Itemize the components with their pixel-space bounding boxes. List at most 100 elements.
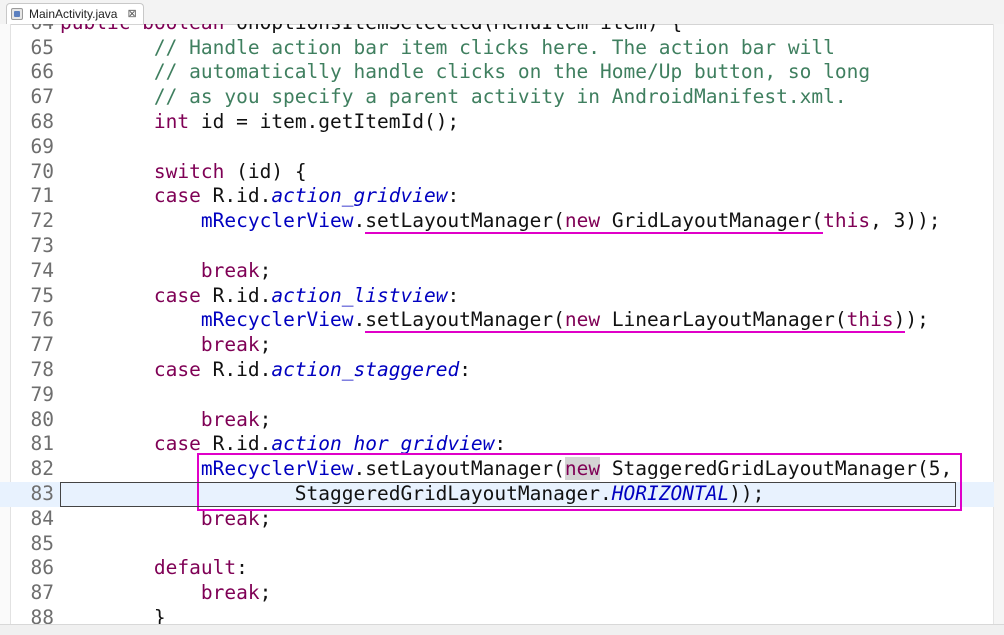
line-number: 85 xyxy=(30,531,54,555)
code-line[interactable]: 75 case R.id.action_listview: xyxy=(0,284,994,309)
code-token: (id) { xyxy=(224,159,307,183)
code-line[interactable]: 79 xyxy=(0,383,994,408)
code-token: break xyxy=(200,407,260,431)
code-token: R.id. xyxy=(200,432,272,456)
code-text: mRecyclerView.setLayoutManager(new Linea… xyxy=(60,308,929,333)
line-number: 70 xyxy=(30,159,54,183)
code-text: case R.id.action_gridview: xyxy=(60,184,459,209)
line-number: 68 xyxy=(30,109,54,133)
code-token: new xyxy=(564,209,601,233)
code-text: public boolean onOptionsItemSelected(Men… xyxy=(60,24,682,36)
code-token: action_gridview xyxy=(271,184,448,208)
code-line[interactable]: 77 break; xyxy=(0,333,994,358)
code-line[interactable]: 87 break; xyxy=(0,581,994,606)
code-line[interactable]: 66 // automatically handle clicks on the… xyxy=(0,60,994,85)
code-token: ; xyxy=(259,581,272,605)
code-line[interactable]: 67 // as you specify a parent activity i… xyxy=(0,85,994,110)
code-line[interactable]: 86 default: xyxy=(0,556,994,581)
code-line[interactable]: 72 mRecyclerView.setLayoutManager(new Gr… xyxy=(0,209,994,234)
code-token: )); xyxy=(893,308,929,332)
code-text: break; xyxy=(60,408,271,433)
code-line[interactable]: 88 } xyxy=(0,606,994,624)
code-token: GridLayoutManager( xyxy=(600,209,824,233)
line-number: 75 xyxy=(30,283,54,307)
code-token: R.id. xyxy=(200,184,272,208)
line-number: 79 xyxy=(30,382,54,406)
code-text: } xyxy=(60,606,166,624)
code-line[interactable]: 76 mRecyclerView.setLayoutManager(new Li… xyxy=(0,308,994,333)
code-line[interactable]: 68 int id = item.getItemId(); xyxy=(0,110,994,135)
editor-tab-bar: MainActivity.java ⊠ xyxy=(0,0,1004,25)
code-token: public xyxy=(60,24,130,34)
code-line[interactable]: 69 xyxy=(0,135,994,160)
code-token: mRecyclerView xyxy=(200,308,354,332)
line-number: 81 xyxy=(30,432,54,456)
close-icon[interactable]: ⊠ xyxy=(127,4,136,24)
code-token: R.id. xyxy=(200,357,272,381)
code-token: onOptionsItemSelected(MenuItem item) { xyxy=(224,24,682,34)
line-number: 69 xyxy=(30,134,54,158)
code-token: // automatically handle clicks on the Ho… xyxy=(153,60,871,84)
code-line[interactable]: 70 switch (id) { xyxy=(0,160,994,185)
code-token: action_listview xyxy=(271,283,448,307)
code-text: // as you specify a parent activity in A… xyxy=(60,85,847,110)
line-number: 88 xyxy=(30,605,54,624)
code-text: case R.id.action_staggered: xyxy=(60,358,471,383)
code-token: action_hor_gridview xyxy=(271,432,495,456)
line-number: 64 xyxy=(12,24,54,36)
current-line-frame xyxy=(60,481,957,507)
code-text: // automatically handle clicks on the Ho… xyxy=(60,60,870,85)
code-text: mRecyclerView.setLayoutManager(new GridL… xyxy=(60,209,941,234)
horizontal-scrollbar[interactable] xyxy=(0,624,1004,635)
tab-label: MainActivity.java xyxy=(29,7,118,21)
code-token: .setLayoutManager( xyxy=(353,308,565,332)
code-token: case xyxy=(153,283,201,307)
code-token: .setLayoutManager( xyxy=(353,209,565,233)
code-line[interactable]: 64 public boolean onOptionsItemSelected(M… xyxy=(0,24,994,36)
line-number: 77 xyxy=(30,333,54,357)
code-line[interactable]: 71 case R.id.action_gridview: xyxy=(0,184,994,209)
code-line[interactable]: 65 // Handle action bar item clicks here… xyxy=(0,36,994,61)
tab-main-activity-java[interactable]: MainActivity.java ⊠ xyxy=(6,3,144,24)
code-token: // Handle action bar item clicks here. T… xyxy=(153,35,835,59)
code-token: : xyxy=(494,432,507,456)
line-number: 84 xyxy=(30,506,54,530)
code-token: this xyxy=(823,209,871,233)
code-line[interactable]: 80 break; xyxy=(0,408,994,433)
line-number: 78 xyxy=(30,357,54,381)
code-token: : xyxy=(459,357,471,381)
line-number: 87 xyxy=(30,581,54,605)
code-token: ; xyxy=(259,407,272,431)
code-token: id = item.getItemId(); xyxy=(189,109,460,133)
code-token: : xyxy=(447,184,460,208)
code-text: break; xyxy=(60,259,271,284)
java-file-icon xyxy=(11,8,23,20)
code-token: new xyxy=(564,308,601,332)
code-token: ; xyxy=(259,258,272,282)
code-editor[interactable]: 64 public boolean onOptionsItemSelected(M… xyxy=(0,24,1004,624)
code-line[interactable]: 85 xyxy=(0,532,994,557)
code-line[interactable]: 74 break; xyxy=(0,259,994,284)
code-token: ; xyxy=(259,333,272,357)
code-line[interactable]: 78 case R.id.action_staggered: xyxy=(0,358,994,383)
line-number: 76 xyxy=(30,308,54,332)
line-number: 82 xyxy=(30,457,54,481)
code-token: R.id. xyxy=(200,283,272,307)
code-token: case xyxy=(153,184,201,208)
code-token: break xyxy=(200,333,260,357)
code-token: } xyxy=(60,605,166,624)
code-token: boolean xyxy=(142,24,224,34)
code-line[interactable]: 73 xyxy=(0,234,994,259)
